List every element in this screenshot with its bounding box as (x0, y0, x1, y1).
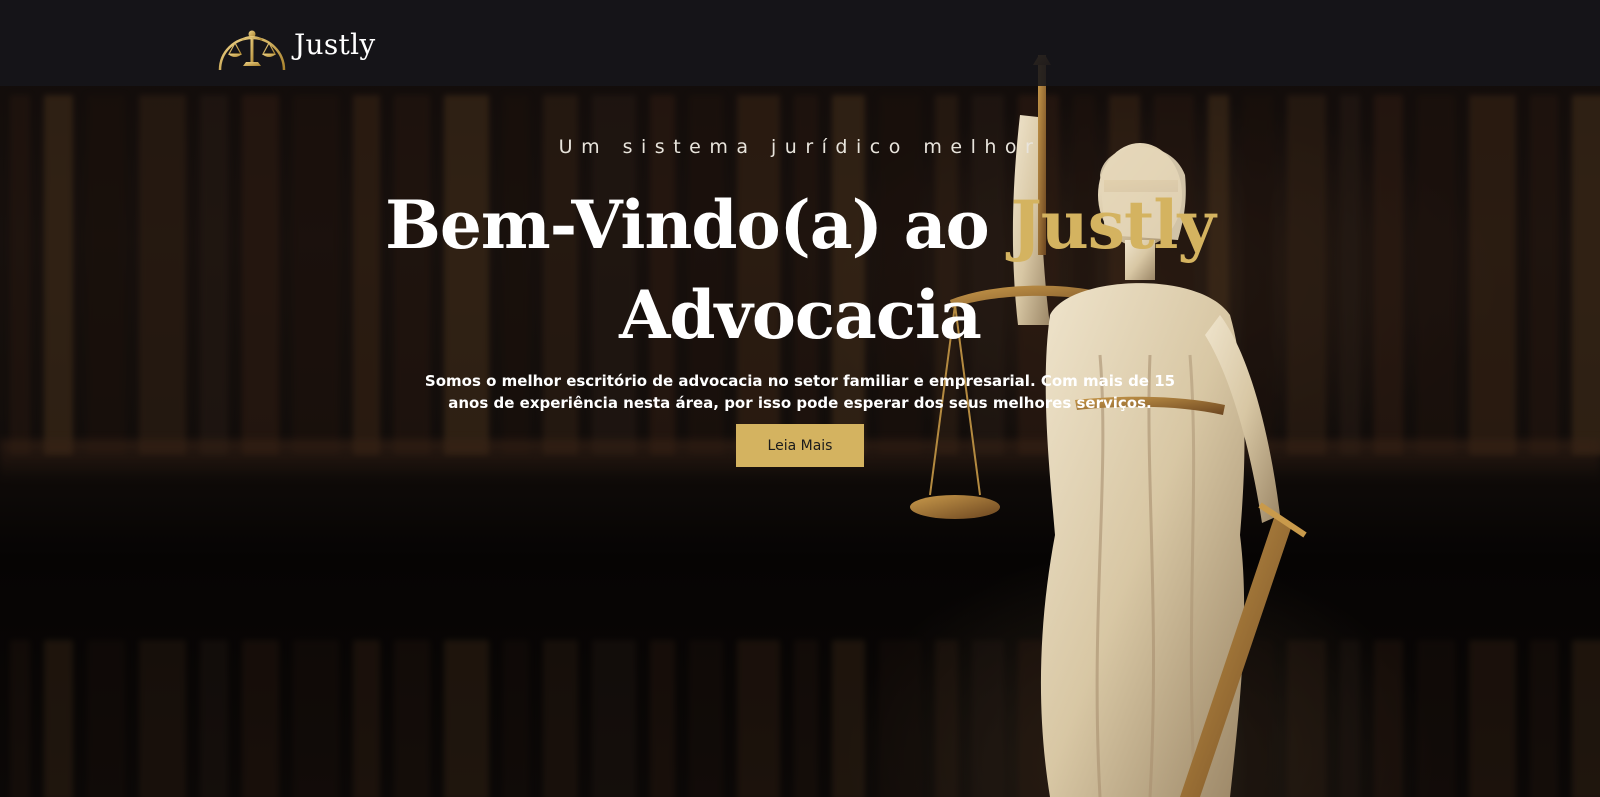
brand-home-link[interactable]: Justly (216, 14, 375, 74)
hero-headline: Bem-Vindo(a) ao Justly Advocacia (350, 180, 1250, 360)
headline-part-1: Bem-Vindo(a) ao (385, 186, 989, 264)
headline-part-2: Advocacia (619, 276, 982, 354)
hero-description: Somos o melhor escritório de advocacia n… (424, 372, 1176, 412)
brand-name: Justly (294, 27, 376, 61)
hero-section: Um sistema jurídico melhor Bem-Vindo(a) … (0, 86, 1600, 467)
hero-page: Justly Um sistema jurídico melhor Bem-Vi… (0, 0, 1600, 797)
top-navbar: Justly (0, 0, 1600, 86)
hero-tagline: Um sistema jurídico melhor (558, 136, 1042, 158)
read-more-button[interactable]: Leia Mais (736, 424, 864, 467)
scales-of-justice-icon (218, 30, 286, 71)
headline-accent: Justly (1010, 186, 1216, 264)
